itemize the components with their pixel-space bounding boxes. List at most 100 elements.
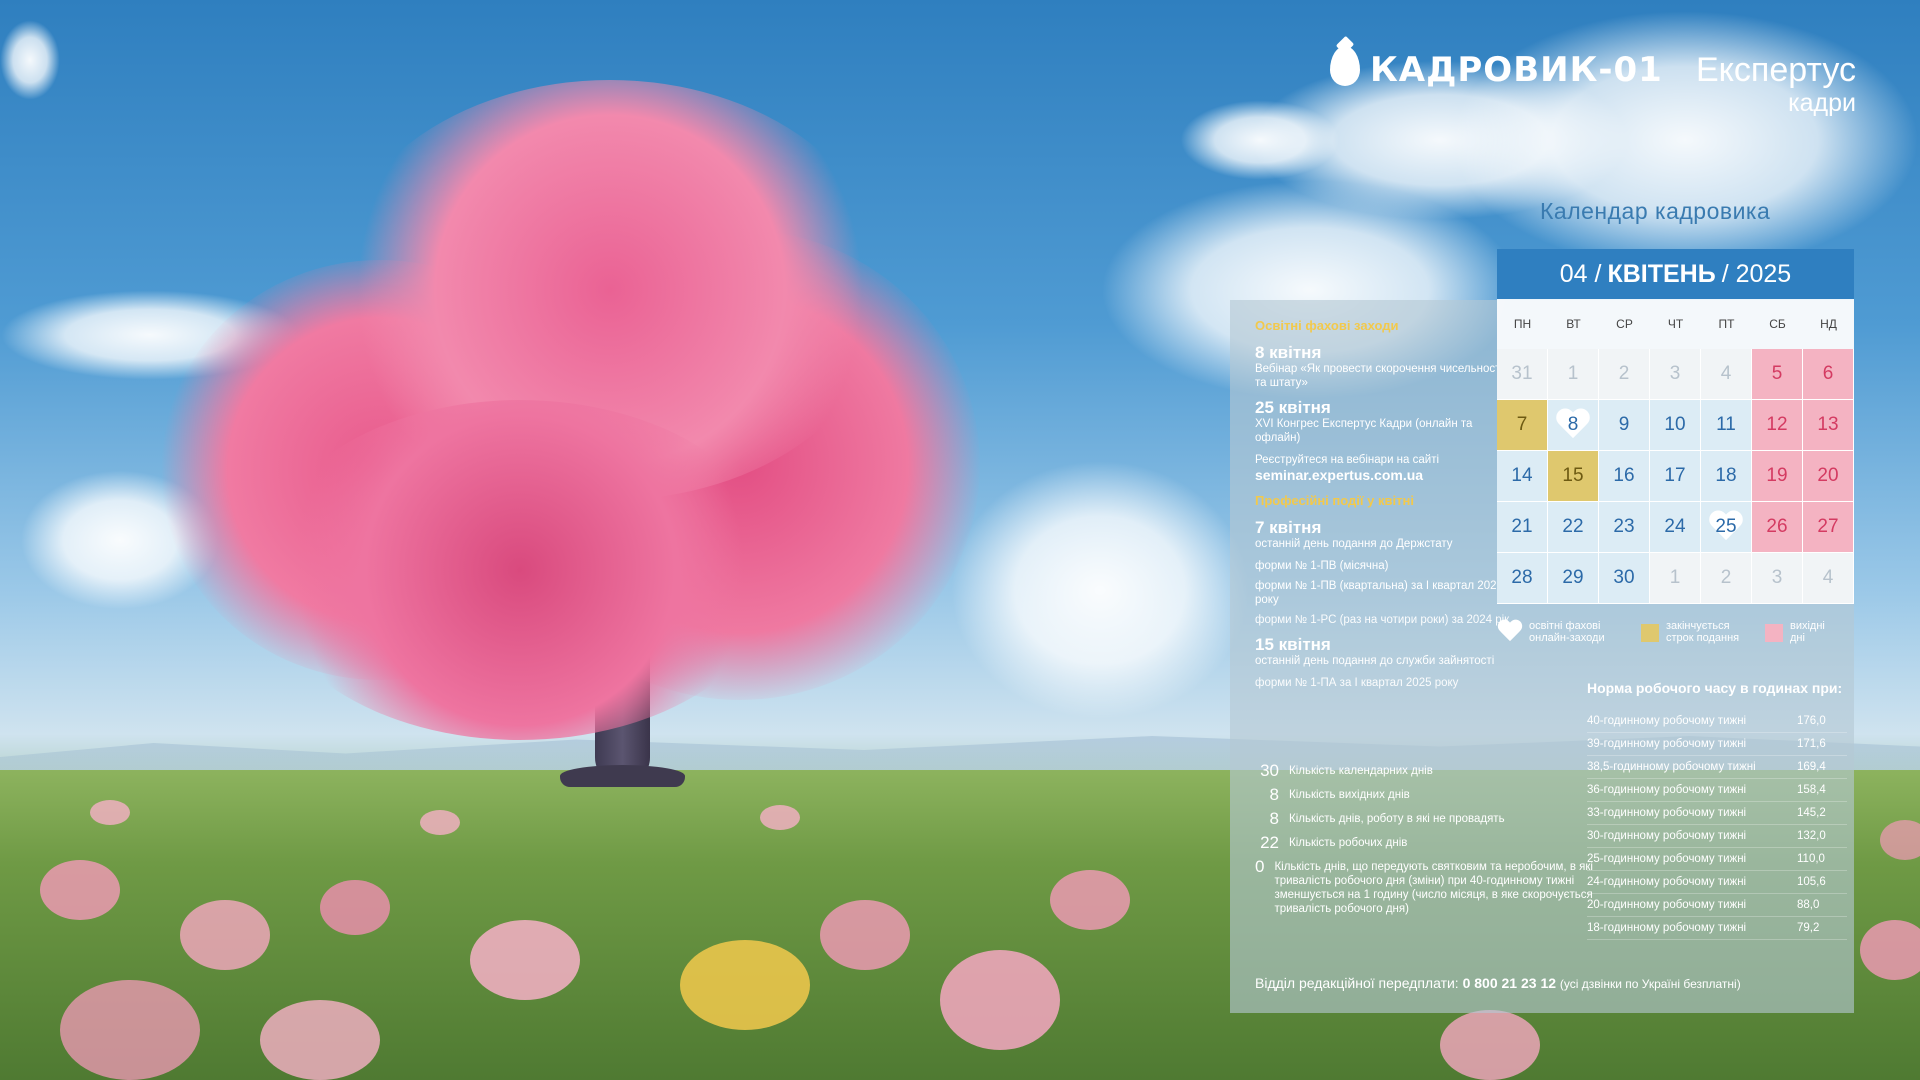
brand-line2: кадри [1788,89,1856,117]
calendar-day[interactable]: 9 [1599,400,1650,451]
calendar-day[interactable]: 10 [1650,400,1701,451]
event-description: Вебінар «Як провести скорочення чисельно… [1255,363,1503,389]
day-number: 1 [1567,363,1579,384]
expertus-brand: Експертус кадри [1696,52,1856,118]
calendar-day[interactable]: 22 [1548,502,1599,553]
day-number: 22 [1562,516,1584,537]
norm-label: 30-годинному робочому тижні [1587,830,1747,842]
calendar-day[interactable]: 4 [1803,553,1854,604]
calendar-day[interactable]: 4 [1701,349,1752,400]
deadline-description: останній день подання до служби зайнятос… [1255,655,1495,667]
norm-value: 171,6 [1797,738,1826,750]
norm-row: 30-годинному робочому тижні 132,0 [1587,825,1847,848]
brand-line1: Експертус [1696,51,1856,89]
calendar-day[interactable]: 7 [1497,400,1548,451]
calendar-day[interactable]: 29 [1548,553,1599,604]
calendar-day[interactable]: 2 [1599,349,1650,400]
deadline-date: 7 квітня [1255,518,1322,537]
norm-row: 20-годинному робочому тижні 88,0 [1587,894,1847,917]
calendar-day[interactable]: 24 [1650,502,1701,553]
calendar-day[interactable]: 5 [1752,349,1803,400]
calendar-day[interactable]: 8 [1548,400,1599,451]
calendar-day[interactable]: 12 [1752,400,1803,451]
stat-number: 8 [1269,785,1279,804]
norm-label: 24-годинному робочому тижні [1587,876,1747,888]
calendar-day[interactable]: 30 [1599,553,1650,604]
norm-label: 39-годинному робочому тижні [1587,738,1747,750]
calendar-day[interactable]: 14 [1497,451,1548,502]
day-number: 26 [1766,516,1788,537]
events-column: Освітні фахові заходи 8 квітня Вебінар «… [1255,318,1515,698]
day-grid: 31 1 2 3 4 5 6 7 8 9 10 11 12 13 14 15 16 17 18 19 20 21 22 23 2… [1497,349,1854,604]
weekday-label: СБ [1769,317,1786,331]
calendar-day[interactable]: 28 [1497,553,1548,604]
day-number: 4 [1822,567,1834,588]
day-number: 6 [1822,363,1834,384]
logo-text: КАДРОВИК-01 [1370,50,1663,90]
calendar-day[interactable]: 15 [1548,451,1599,502]
weekday-label: ВТ [1566,317,1581,331]
day-number: 3 [1771,567,1783,588]
calendar-day[interactable]: 6 [1803,349,1854,400]
norm-value: 145,2 [1797,807,1826,819]
calendar-day[interactable]: 17 [1650,451,1701,502]
register-link[interactable]: seminar.expertus.com.ua [1255,467,1515,483]
day-number: 2 [1618,363,1630,384]
year: / 2025 [1721,259,1792,288]
deadline-form: форми № 1-ПА за І квартал 2025 року [1255,677,1459,689]
day-number: 20 [1817,465,1839,486]
day-number: 13 [1817,414,1839,435]
calendar-day[interactable]: 26 [1752,502,1803,553]
kadrovyk-logo: КАДРОВИК-01 [1330,40,1663,100]
day-number: 29 [1562,567,1584,588]
calendar-day[interactable]: 11 [1701,400,1752,451]
norm-value: 79,2 [1797,922,1820,934]
calendar-day[interactable]: 1 [1548,349,1599,400]
legend-deadline-label: закінчується строк подання [1666,620,1740,644]
calendar-day[interactable]: 1 [1650,553,1701,604]
stat-number: 8 [1269,809,1279,828]
calendar-day[interactable]: 2 [1701,553,1752,604]
calendar-title: Календар кадровика [1540,198,1771,224]
calendar-day[interactable]: 18 [1701,451,1752,502]
calendar-day[interactable]: 3 [1752,553,1803,604]
calendar-day[interactable]: 21 [1497,502,1548,553]
day-number: 12 [1766,414,1788,435]
norm-label: 25-годинному робочому тижні [1587,853,1747,865]
day-number: 25 [1715,516,1737,537]
norm-label: 20-годинному робочому тижні [1587,899,1747,911]
day-number: 17 [1664,465,1686,486]
norm-value: 132,0 [1797,830,1826,842]
deadline-form: форми № 1-ПВ (квартальна) за І квартал 2… [1255,580,1503,606]
stat-label: Кількість робочих днів [1289,837,1408,849]
day-number: 30 [1613,567,1635,588]
calendar-day[interactable]: 16 [1599,451,1650,502]
event-date: 8 квітня [1255,343,1322,362]
legend-weekend-label: вихідні дні [1790,620,1825,644]
calendar-day[interactable]: 23 [1599,502,1650,553]
day-number: 16 [1613,465,1635,486]
calendar-day[interactable]: 19 [1752,451,1803,502]
norm-row: 24-годинному робочому тижні 105,6 [1587,871,1847,894]
calendar-day[interactable]: 20 [1803,451,1854,502]
calendar-day[interactable]: 31 [1497,349,1548,400]
stat-number: 30 [1260,761,1279,780]
stat-label: Кількість вихідних днів [1289,789,1410,801]
deadlines-section-title: Професійні події у квітні [1255,493,1414,508]
footer-phone[interactable]: 0 800 21 23 12 [1463,975,1556,991]
stat-label: Кількість днів, що передують святковим т… [1274,861,1593,915]
footer-label: Відділ редакційної передплати: [1255,975,1459,991]
weekday-label: ПТ [1718,317,1735,331]
norm-row: 36-годинному робочому тижні 158,4 [1587,779,1847,802]
day-number: 11 [1716,414,1736,435]
calendar-legend: освітні фахові онлайн-заходи закінчуєтьс… [1497,620,1857,644]
calendar-day[interactable]: 27 [1803,502,1854,553]
norm-value: 110,0 [1797,853,1825,865]
event-description: XVI Конгрес Експертус Кадри (онлайн та о… [1255,418,1473,444]
stat-label: Кількість днів, роботу в які не провадят… [1289,813,1505,825]
day-number: 24 [1664,516,1686,537]
calendar-day[interactable]: 13 [1803,400,1854,451]
calendar-day[interactable]: 25 [1701,502,1752,553]
calendar-day[interactable]: 3 [1650,349,1701,400]
flame-drop-icon [1330,46,1360,86]
